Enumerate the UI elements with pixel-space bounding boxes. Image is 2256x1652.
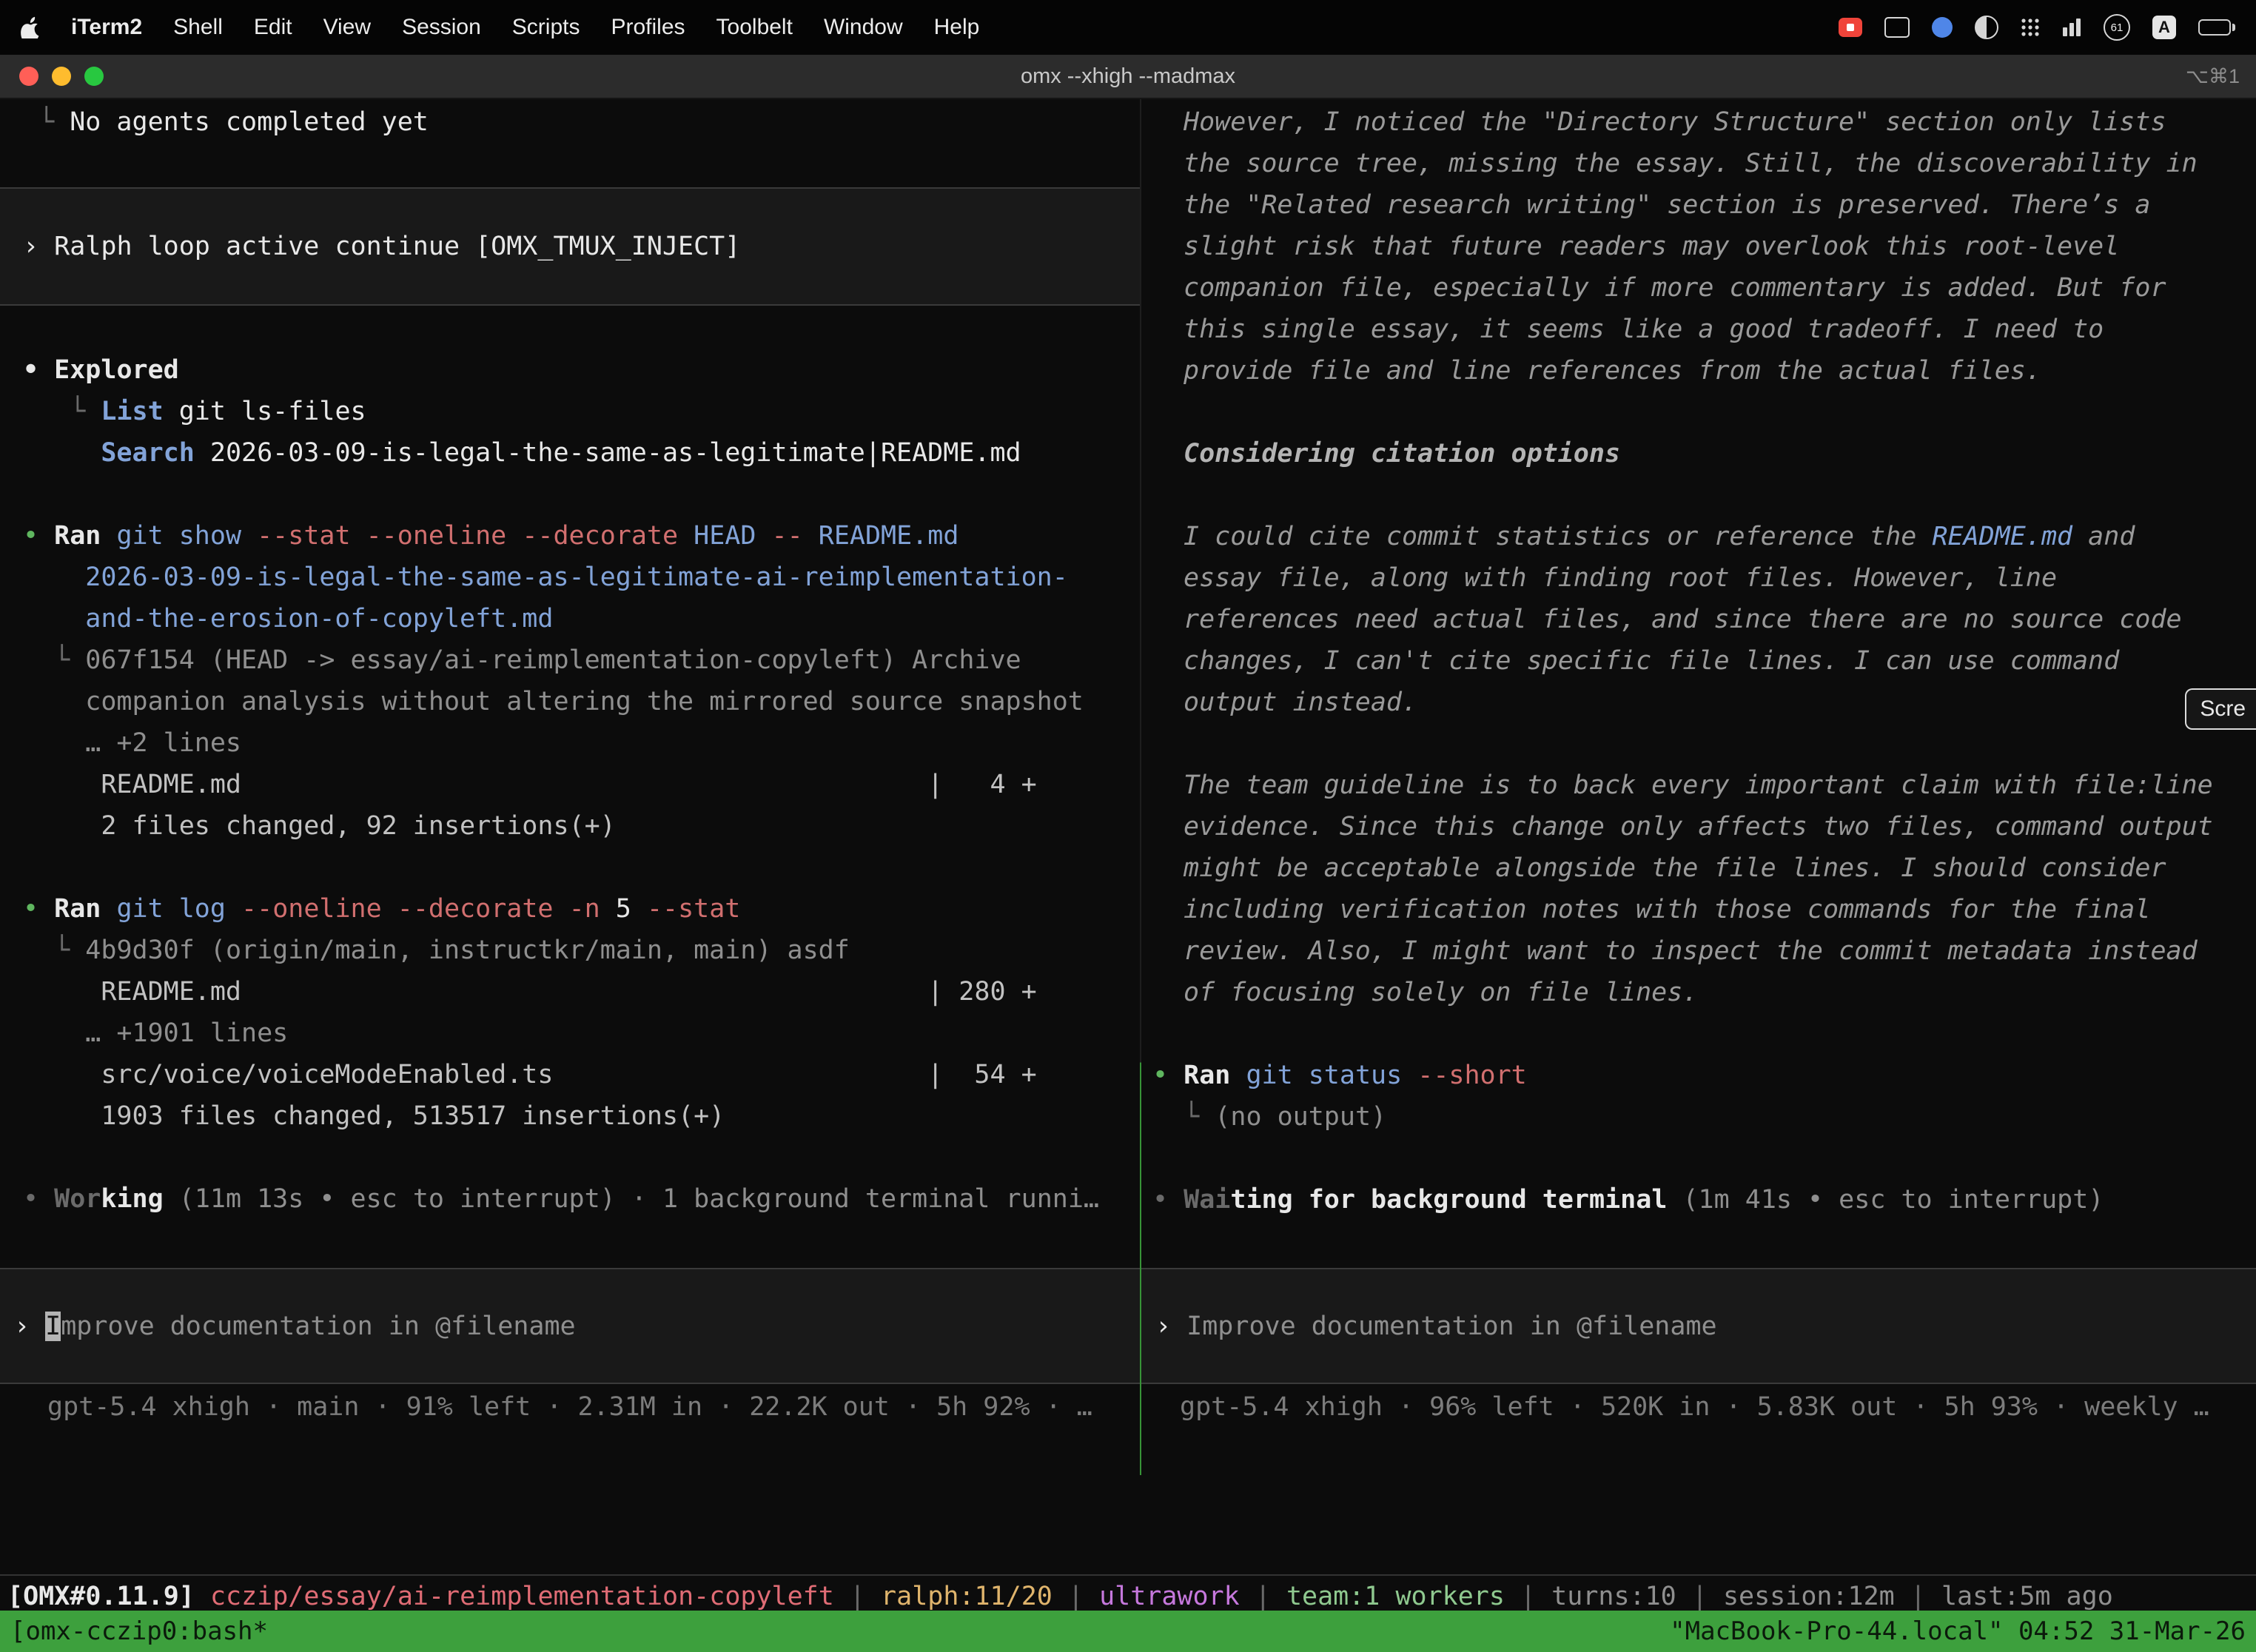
diffstat-line: src/voice/voiceModeEnabled.ts | 54 + bbox=[23, 1054, 1140, 1095]
model-status-line-right: gpt-5.4 xhigh · 96% left · 520K in · 5.8… bbox=[1152, 1386, 2256, 1428]
reasoning-paragraph-line: the "Related research writing" section i… bbox=[1152, 184, 2256, 226]
close-window-button[interactable] bbox=[19, 67, 38, 86]
menu-item-session[interactable]: Session bbox=[402, 15, 481, 40]
tmux-session-label: [omx-cczip0:bash* bbox=[10, 1611, 268, 1652]
menu-item-toolbelt[interactable]: Toolbelt bbox=[716, 15, 793, 40]
agents-status-line: └ No agents completed yet bbox=[23, 101, 1140, 143]
screen-edge-tooltip[interactable]: Scre bbox=[2185, 688, 2256, 730]
menu-item-help[interactable]: Help bbox=[934, 15, 980, 40]
reasoning-paragraph-line: including verification notes with those … bbox=[1152, 889, 2256, 930]
ralph-loop-banner: › Ralph loop active continue [OMX_TMUX_I… bbox=[0, 187, 1140, 306]
working-spinner-line: • Working (11m 13s • esc to interrupt) ·… bbox=[23, 1178, 1140, 1220]
dots-grid-icon[interactable] bbox=[2021, 18, 2040, 37]
diffstat-line: README.md | 280 + bbox=[23, 971, 1140, 1013]
command-output-line: … +2 lines bbox=[23, 722, 1140, 764]
zoom-window-button[interactable] bbox=[84, 67, 104, 86]
reasoning-paragraph-line: The team guideline is to back every impo… bbox=[1152, 765, 2256, 806]
ralph-loop-line: › Ralph loop active continue [OMX_TMUX_I… bbox=[23, 226, 740, 267]
reasoning-paragraph-line: changes, I can't cite specific file line… bbox=[1152, 640, 2256, 682]
menu-item-iterm2[interactable]: iTerm2 bbox=[71, 15, 142, 40]
reasoning-paragraph-line: review. Also, I might want to inspect th… bbox=[1152, 930, 2256, 972]
menu-item-edit[interactable]: Edit bbox=[254, 15, 292, 40]
reasoning-paragraph-line: the source tree, missing the essay. Stil… bbox=[1152, 143, 2256, 184]
screen-edge-tooltip-label: Scre bbox=[2200, 696, 2246, 722]
reasoning-paragraph-line: this single essay, it seems like a good … bbox=[1152, 309, 2256, 350]
explored-search-line: Search 2026-03-09-is-legal-the-same-as-l… bbox=[23, 432, 1140, 474]
reasoning-paragraph-line: evidence. Since this change only affects… bbox=[1152, 806, 2256, 847]
reasoning-paragraph-line: output instead. bbox=[1152, 682, 2256, 723]
menu-item-shell[interactable]: Shell bbox=[173, 15, 223, 40]
battery-icon[interactable] bbox=[2198, 19, 2235, 36]
reasoning-paragraph-line: references need actual files, and since … bbox=[1152, 599, 2256, 640]
minimize-window-button[interactable] bbox=[52, 67, 71, 86]
explored-header-line: • Explored bbox=[23, 349, 1140, 391]
left-terminal-pane[interactable]: └ No agents completed yet › Ralph loop a… bbox=[0, 99, 1140, 1475]
command-output-line: └ 067f154 (HEAD -> essay/ai-reimplementa… bbox=[23, 639, 1140, 681]
diffstat-line: README.md | 4 + bbox=[23, 764, 1140, 805]
window-shortcut-badge: ⌥⌘1 bbox=[2186, 65, 2240, 88]
command-output-line: companion analysis without altering the … bbox=[23, 681, 1140, 722]
prompt-input-line[interactable]: › Improve documentation in @filename bbox=[1155, 1306, 1717, 1347]
waiting-spinner-line: • Waiting for background terminal (1m 41… bbox=[1152, 1179, 2256, 1220]
menu-item-view[interactable]: View bbox=[323, 15, 371, 40]
menu-item-profiles[interactable]: Profiles bbox=[611, 15, 685, 40]
tmux-host-clock-label: "MacBook-Pro-44.local" 04:52 31-Mar-26 bbox=[1670, 1611, 2246, 1652]
command-output-line: └ (no output) bbox=[1152, 1096, 2256, 1138]
right-terminal-pane[interactable]: However, I noticed the "Directory Struct… bbox=[1141, 99, 2256, 1475]
command-continuation-line: and-the-erosion-of-copyleft.md bbox=[23, 598, 1140, 639]
command-output-line: └ 4b9d30f (origin/main, instructkr/main,… bbox=[23, 930, 1140, 971]
reasoning-paragraph-line: slight risk that future readers may over… bbox=[1152, 226, 2256, 267]
diffstat-summary-line: 1903 files changed, 513517 insertions(+) bbox=[23, 1095, 1140, 1137]
prompt-input-line[interactable]: › Improve documentation in @filename bbox=[14, 1306, 576, 1347]
screen-recording-indicator-icon[interactable] bbox=[1839, 18, 1862, 37]
explored-list-line: └ List git ls-files bbox=[23, 391, 1140, 432]
window-title: omx --xhigh --madmax bbox=[0, 64, 2256, 89]
model-status-line-left: gpt-5.4 xhigh · main · 91% left · 2.31M … bbox=[23, 1386, 1140, 1428]
reasoning-paragraph-line: of focusing solely on file lines. bbox=[1152, 972, 2256, 1013]
macos-menu-bar: iTerm2 Shell Edit View Session Scripts P… bbox=[0, 0, 2256, 55]
reasoning-section-heading: Considering citation options bbox=[1152, 433, 2256, 474]
reasoning-paragraph-line: companion file, especially if more comme… bbox=[1152, 267, 2256, 309]
reasoning-paragraph-line: might be acceptable alongside the file l… bbox=[1152, 847, 2256, 889]
reasoning-paragraph-line: However, I noticed the "Directory Struct… bbox=[1152, 101, 2256, 143]
menu-item-window[interactable]: Window bbox=[824, 15, 903, 40]
command-continuation-line: 2026-03-09-is-legal-the-same-as-legitima… bbox=[23, 557, 1140, 598]
input-source-icon[interactable]: A bbox=[2152, 16, 2176, 39]
diffstat-summary-line: 2 files changed, 92 insertions(+) bbox=[23, 805, 1140, 847]
apple-menu-icon[interactable] bbox=[21, 16, 40, 38]
menu-item-scripts[interactable]: Scripts bbox=[512, 15, 580, 40]
app-status-icon[interactable] bbox=[1932, 17, 1953, 38]
window-title-bar: omx --xhigh --madmax ⌥⌘1 bbox=[0, 55, 2256, 99]
prompt-input-left[interactable]: › Improve documentation in @filename bbox=[0, 1268, 1140, 1384]
terminal-area: └ No agents completed yet › Ralph loop a… bbox=[0, 99, 2256, 1652]
command-output-line: … +1901 lines bbox=[23, 1013, 1140, 1054]
battery-gauge-icon[interactable]: 61 bbox=[2104, 14, 2130, 41]
ran-git-status-line: • Ran git status --short bbox=[1152, 1055, 2256, 1096]
display-icon[interactable] bbox=[1884, 17, 1910, 38]
stats-icon[interactable] bbox=[2062, 19, 2081, 36]
camera-app-icon[interactable] bbox=[1975, 16, 1998, 39]
reasoning-paragraph-line: essay file, along with finding root file… bbox=[1152, 557, 2256, 599]
ran-git-log-line: • Ran git log --oneline --decorate -n 5 … bbox=[23, 888, 1140, 930]
tmux-status-bar: [omx-cczip0:bash* "MacBook-Pro-44.local"… bbox=[0, 1611, 2256, 1652]
prompt-input-right[interactable]: › Improve documentation in @filename bbox=[1141, 1268, 2256, 1384]
reasoning-paragraph-line: I could cite commit statistics or refere… bbox=[1152, 516, 2256, 557]
ran-git-show-line: • Ran git show --stat --oneline --decora… bbox=[23, 515, 1140, 557]
reasoning-paragraph-line: provide file and line references from th… bbox=[1152, 350, 2256, 392]
